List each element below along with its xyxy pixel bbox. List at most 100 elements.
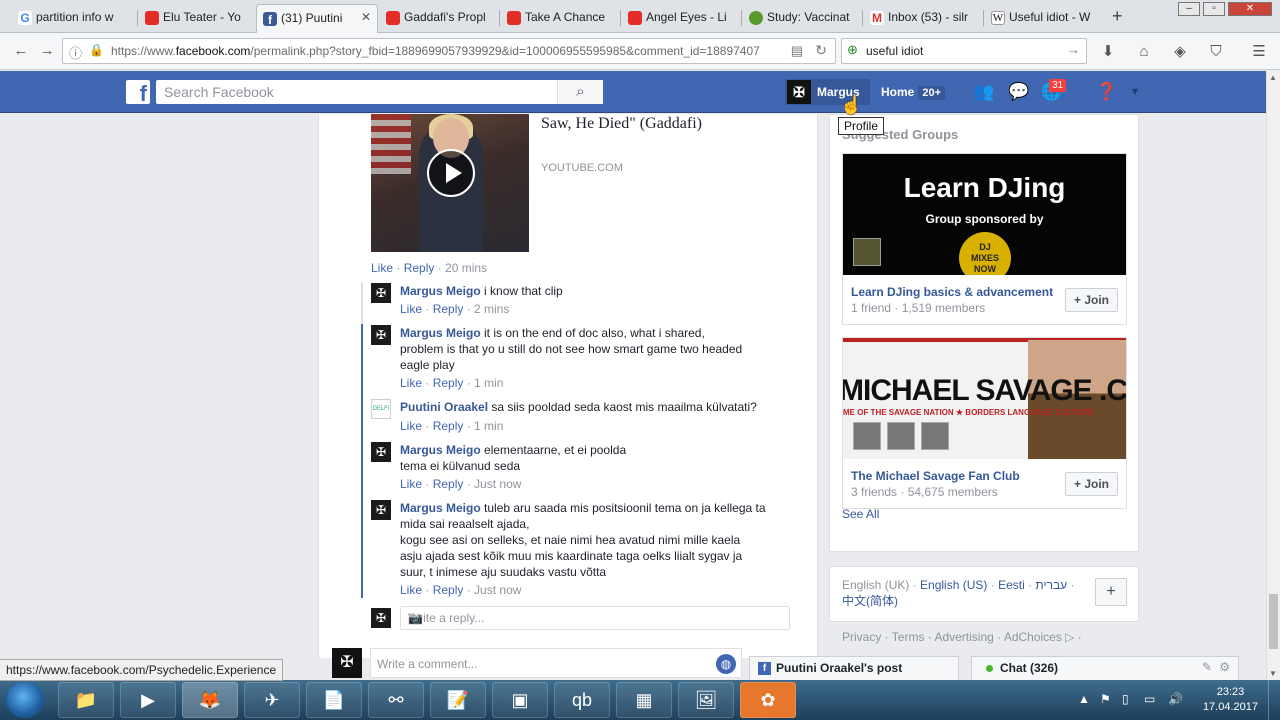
group-name[interactable]: Learn DJing basics & advancement — [851, 285, 1053, 299]
media-player-icon[interactable]: ▶ — [120, 682, 176, 718]
messenger-icon[interactable]: 💬 — [1008, 82, 1030, 102]
calculator-icon[interactable]: ▦ — [616, 682, 672, 718]
network-tray-icon[interactable]: ▭ — [1144, 692, 1155, 706]
scroll-thumb[interactable] — [1269, 594, 1278, 649]
command-prompt-icon[interactable]: ▣ — [492, 682, 548, 718]
home-link[interactable]: Home 20+ — [881, 85, 946, 100]
show-desktop-button[interactable] — [1268, 680, 1280, 720]
globe-icon[interactable]: ◍ — [716, 654, 736, 674]
video-title[interactable]: Saw, He Died" (Gaddafi) — [541, 104, 781, 134]
volume-icon[interactable]: 🔊 — [1168, 692, 1183, 706]
language-link[interactable]: Eesti — [998, 578, 1025, 592]
maximize-button[interactable]: ▫ — [1203, 2, 1225, 16]
start-button-icon[interactable] — [6, 682, 44, 718]
language-link[interactable]: 中文(简体) — [842, 594, 898, 608]
scroll-up-icon[interactable]: ▲ — [1269, 73, 1277, 82]
like-link[interactable]: Like — [400, 302, 422, 316]
video-thumbnail[interactable] — [371, 114, 529, 252]
footer-links[interactable]: Privacy · Terms · Advertising · AdChoice… — [842, 630, 1082, 644]
tab-youtube-3[interactable]: Take A Chance — [501, 4, 619, 33]
language-link[interactable]: English (US) — [920, 578, 987, 592]
flag-icon[interactable]: ⚑ — [1100, 692, 1111, 706]
search-icon[interactable]: ⌕ — [557, 80, 603, 104]
clock[interactable]: 23:23 17.04.2017 — [1203, 685, 1258, 715]
join-button[interactable]: + Join — [1064, 472, 1118, 496]
home-icon[interactable]: ⌂ — [1134, 42, 1154, 62]
search-engine-icon[interactable]: ⊕ — [847, 42, 858, 58]
post-dock-tab[interactable]: f Puutini Oraakel's post — [749, 656, 959, 680]
tab-youtube-2[interactable]: Gaddafi's Propl — [380, 4, 498, 33]
help-icon[interactable]: ❓ — [1096, 82, 1118, 102]
add-language-button[interactable]: + — [1095, 578, 1127, 606]
reply-link[interactable]: Reply — [404, 261, 435, 275]
editor-icon[interactable]: 📝 — [430, 682, 486, 718]
join-button[interactable]: + Join — [1064, 288, 1118, 312]
group-cover[interactable]: Learn DJing Group sponsored by DJ MIXES NO… — [843, 154, 1126, 275]
like-link[interactable]: Like — [400, 583, 422, 597]
scroll-down-icon[interactable]: ▼ — [1269, 669, 1277, 678]
comment-input[interactable]: Write a comment... ◍ — [370, 648, 742, 678]
browser-search-box[interactable]: ⊕ useful idiot → — [841, 38, 1087, 64]
tab-study[interactable]: Study: Vaccinat — [743, 4, 861, 33]
image-viewer-icon[interactable]: 🖼 — [678, 682, 734, 718]
like-link[interactable]: Like — [371, 261, 393, 275]
friend-requests-icon[interactable]: 👥 — [973, 82, 995, 102]
reload-icon[interactable]: ↻ — [815, 42, 827, 59]
qbittorrent-icon[interactable]: qb — [554, 682, 610, 718]
language-link[interactable]: עברית — [1035, 578, 1067, 592]
tab-gmail[interactable]: M Inbox (53) - silr — [864, 4, 982, 33]
info-icon[interactable]: ⓘ — [69, 43, 82, 62]
comment-author[interactable]: Puutini Oraakel — [400, 400, 488, 414]
avatar[interactable]: ✠ — [371, 325, 391, 345]
tab-youtube-1[interactable]: Elu Teater - Yo — [139, 4, 254, 33]
like-link[interactable]: Like — [400, 376, 422, 390]
tab-wikipedia[interactable]: W Useful idiot - W — [985, 4, 1103, 33]
emoji-icon[interactable]: ☺ — [408, 611, 779, 625]
tab-facebook-active[interactable]: f (31) Puutini ✕ — [256, 4, 378, 33]
page-scrollbar[interactable]: ▲ ▼ — [1266, 71, 1280, 680]
notepad-icon[interactable]: 📄 — [306, 682, 362, 718]
close-window-button[interactable]: ✕ — [1228, 2, 1272, 16]
gear-icon[interactable]: ⚙ — [1219, 660, 1230, 674]
go-arrow-icon[interactable]: → — [1067, 42, 1080, 57]
reply-link[interactable]: Reply — [433, 583, 464, 597]
tray-expand-icon[interactable]: ▲ — [1078, 692, 1090, 706]
reply-input[interactable]: Write a reply... 📷 ☺ — [400, 606, 790, 630]
reply-link[interactable]: Reply — [433, 302, 464, 316]
chat-dock[interactable]: Chat (326) ✎ ⚙ — [971, 656, 1239, 680]
download-icon[interactable]: ⬇ — [1098, 42, 1118, 62]
new-tab-button[interactable]: + — [1112, 6, 1123, 27]
avatar[interactable]: DELFI — [371, 399, 391, 419]
like-link[interactable]: Like — [400, 477, 422, 491]
minimize-button[interactable]: – — [1178, 2, 1200, 16]
pdf-icon[interactable]: ✿ — [740, 682, 796, 718]
avatar[interactable]: ✠ — [371, 283, 391, 303]
shield-icon[interactable]: ⛉ — [1206, 42, 1226, 62]
menu-icon[interactable]: ☰ — [1249, 42, 1269, 62]
pocket-icon[interactable]: ◈ — [1170, 42, 1190, 62]
address-bar[interactable]: ⓘ 🔒 https://www.facebook.com/permalink.p… — [62, 38, 836, 64]
facebook-logo-icon[interactable]: f — [126, 80, 150, 106]
facebook-search-input[interactable]: Search Facebook ⌕ — [156, 80, 603, 104]
comment-author[interactable]: Margus Meigo — [400, 501, 481, 515]
avatar[interactable]: ✠ — [371, 500, 391, 520]
tab-google[interactable]: G partition info w — [12, 4, 136, 33]
reader-view-icon[interactable]: ▤ — [791, 43, 803, 59]
like-link[interactable]: Like — [400, 419, 422, 433]
group-name[interactable]: The Michael Savage Fan Club — [851, 469, 1020, 483]
avatar[interactable]: ✠ — [371, 442, 391, 462]
firefox-icon[interactable]: 🦊 — [182, 682, 238, 718]
app-icon[interactable]: ✈ — [244, 682, 300, 718]
reply-link[interactable]: Reply — [433, 376, 464, 390]
compose-icon[interactable]: ✎ — [1202, 660, 1212, 674]
group-cover[interactable]: MICHAEL SAVAGE .COM ME OF THE SAVAGE NAT… — [843, 338, 1126, 459]
reply-link[interactable]: Reply — [433, 477, 464, 491]
battery-icon[interactable]: ▯ — [1122, 692, 1129, 706]
explorer-icon[interactable]: 📁 — [58, 682, 114, 718]
play-icon[interactable] — [427, 149, 475, 197]
forward-arrow-icon[interactable]: → — [36, 41, 58, 61]
reply-link[interactable]: Reply — [433, 419, 464, 433]
see-all-link[interactable]: See All — [842, 507, 879, 521]
back-arrow-icon[interactable]: ← — [10, 41, 32, 61]
close-tab-icon[interactable]: ✕ — [361, 10, 371, 24]
